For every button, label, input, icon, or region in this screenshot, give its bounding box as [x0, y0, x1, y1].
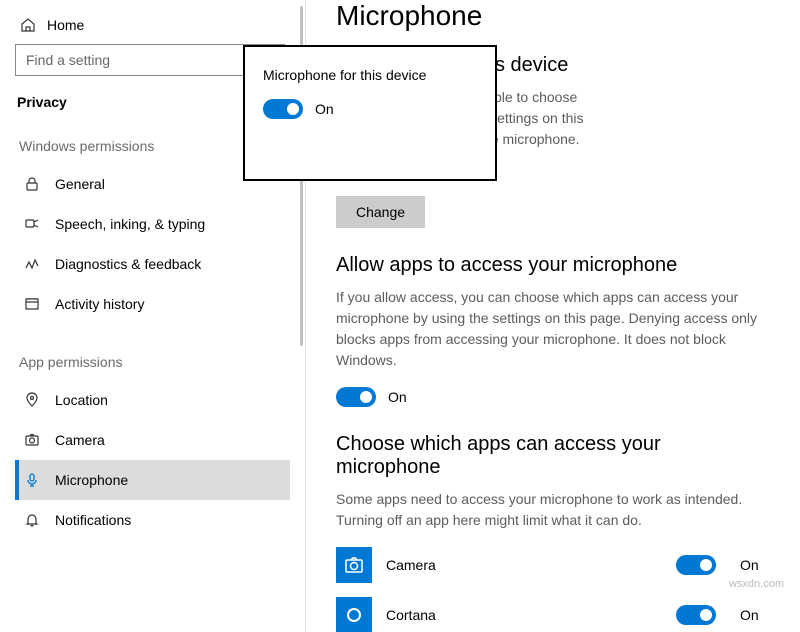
app-row-cortana: Cortana On: [336, 597, 770, 632]
app-row-camera: Camera On: [336, 547, 770, 583]
camera-app-toggle[interactable]: [676, 555, 716, 575]
location-icon: [23, 391, 41, 409]
sidebar-item-diagnostics[interactable]: Diagnostics & feedback: [15, 244, 290, 284]
popup-toggle-label: On: [315, 101, 334, 117]
search-input[interactable]: [26, 52, 274, 68]
sidebar-item-label: Camera: [55, 432, 105, 448]
popup-toggle[interactable]: [263, 99, 303, 119]
page-title: Microphone: [336, 0, 770, 32]
microphone-icon: [23, 471, 41, 489]
section3-title: Choose which apps can access your microp…: [336, 433, 770, 479]
lock-icon: [23, 175, 41, 193]
cortana-app-icon: [336, 597, 372, 632]
sidebar-item-label: Microphone: [55, 472, 128, 488]
popup-title: Microphone for this device: [263, 67, 477, 83]
cortana-app-toggle[interactable]: [676, 605, 716, 625]
cortana-app-toggle-label: On: [740, 607, 770, 623]
sidebar-item-camera[interactable]: Camera: [15, 420, 290, 460]
section2-desc: If you allow access, you can choose whic…: [336, 287, 770, 371]
sidebar-item-label: Speech, inking, & typing: [55, 216, 205, 232]
home-label: Home: [47, 17, 84, 33]
notifications-icon: [23, 511, 41, 529]
app-name: Cortana: [386, 607, 662, 623]
app-name: Camera: [386, 557, 662, 573]
section3-desc: Some apps need to access your microphone…: [336, 489, 770, 531]
camera-icon: [23, 431, 41, 449]
change-popup: Microphone for this device On: [243, 45, 497, 181]
camera-app-icon: [336, 547, 372, 583]
change-button[interactable]: Change: [336, 196, 425, 228]
camera-app-toggle-label: On: [740, 557, 770, 573]
watermark: wsxdn.com: [729, 578, 784, 590]
allow-apps-toggle[interactable]: [336, 387, 376, 407]
section2-title: Allow apps to access your microphone: [336, 254, 770, 277]
allow-apps-toggle-label: On: [388, 389, 407, 405]
sidebar-item-activity[interactable]: Activity history: [15, 284, 290, 324]
sidebar-item-speech[interactable]: Speech, inking, & typing: [15, 204, 290, 244]
sidebar-item-location[interactable]: Location: [15, 380, 290, 420]
diagnostics-icon: [23, 255, 41, 273]
sidebar-item-label: General: [55, 176, 105, 192]
home-nav[interactable]: Home: [15, 10, 290, 44]
activity-icon: [23, 295, 41, 313]
sidebar-item-label: Diagnostics & feedback: [55, 256, 201, 272]
sidebar-item-label: Notifications: [55, 512, 131, 528]
sidebar-item-microphone[interactable]: Microphone: [15, 460, 290, 500]
app-permissions-header: App permissions: [15, 354, 290, 370]
speech-icon: [23, 215, 41, 233]
sidebar-item-notifications[interactable]: Notifications: [15, 500, 290, 540]
sidebar-item-label: Location: [55, 392, 108, 408]
sidebar-item-label: Activity history: [55, 296, 144, 312]
home-icon: [19, 16, 37, 34]
